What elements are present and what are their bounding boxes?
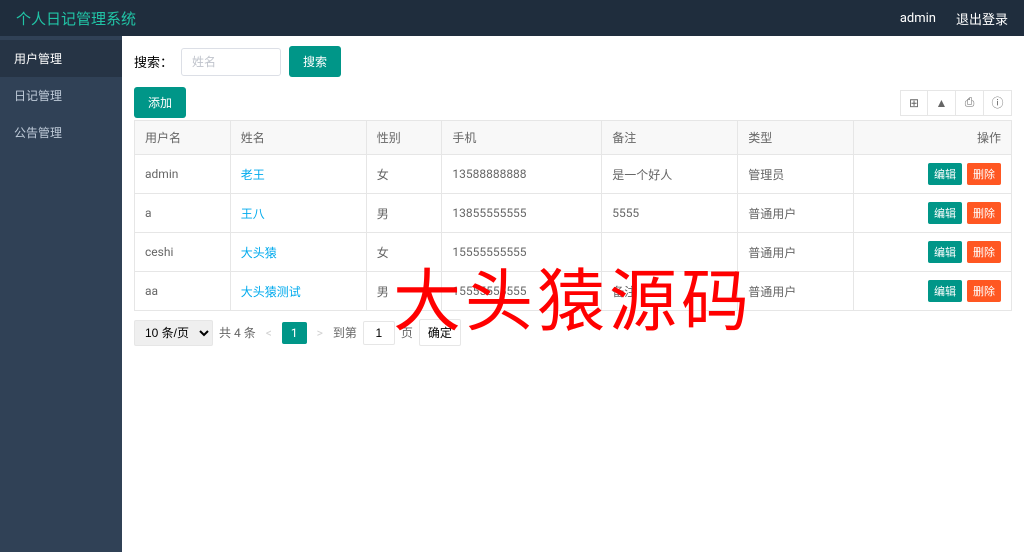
th-username: 用户名 bbox=[135, 121, 231, 155]
cell-ops: 编辑 删除 bbox=[854, 194, 1012, 233]
th-remark: 备注 bbox=[602, 121, 738, 155]
cell-ops: 编辑 删除 bbox=[854, 155, 1012, 194]
th-ops: 操作 bbox=[854, 121, 1012, 155]
delete-button[interactable]: 删除 bbox=[967, 280, 1001, 302]
cell-gender: 女 bbox=[366, 233, 442, 272]
more-icon[interactable]: ⓘ bbox=[984, 90, 1012, 116]
goto-confirm-button[interactable]: 确定 bbox=[419, 319, 461, 346]
filter-icon[interactable]: ⊞ bbox=[900, 90, 928, 116]
cell-gender: 男 bbox=[366, 272, 442, 311]
total-label: 共 4 条 bbox=[219, 324, 256, 341]
logout-link[interactable]: 退出登录 bbox=[956, 9, 1008, 28]
cell-phone: 15555555555 bbox=[442, 272, 602, 311]
cell-type: 普通用户 bbox=[738, 272, 854, 311]
icon-group: ⊞ ▲ ⎙ ⓘ bbox=[900, 90, 1012, 116]
edit-button[interactable]: 编辑 bbox=[928, 202, 962, 224]
delete-button[interactable]: 删除 bbox=[967, 163, 1001, 185]
data-table: 用户名 姓名 性别 手机 备注 类型 操作 admin 老王 女 1358888… bbox=[134, 120, 1012, 311]
add-button[interactable]: 添加 bbox=[134, 87, 186, 118]
layout: 用户管理 日记管理 公告管理 搜索： 搜索 添加 ⊞ ▲ ⎙ ⓘ 用户名 姓名 … bbox=[0, 36, 1024, 552]
th-phone: 手机 bbox=[442, 121, 602, 155]
next-page-icon[interactable]: > bbox=[313, 326, 327, 340]
table-row: a 王八 男 13855555555 5555 普通用户 编辑 删除 bbox=[135, 194, 1012, 233]
cell-phone: 13588888888 bbox=[442, 155, 602, 194]
th-gender: 性别 bbox=[366, 121, 442, 155]
cell-remark: 5555 bbox=[602, 194, 738, 233]
print-icon[interactable]: ⎙ bbox=[956, 90, 984, 116]
prev-page-icon[interactable]: < bbox=[262, 326, 276, 340]
table-header-row: 用户名 姓名 性别 手机 备注 类型 操作 bbox=[135, 121, 1012, 155]
main-content: 搜索： 搜索 添加 ⊞ ▲ ⎙ ⓘ 用户名 姓名 性别 手机 备注 类型 bbox=[122, 36, 1024, 552]
cell-remark: 备注 bbox=[602, 272, 738, 311]
goto-label: 到第 bbox=[333, 324, 357, 341]
per-page-select[interactable]: 10 条/页 bbox=[134, 320, 213, 346]
cell-username: a bbox=[135, 194, 231, 233]
cell-name[interactable]: 大头猿 bbox=[230, 233, 366, 272]
table-row: aa 大头猿测试 男 15555555555 备注 普通用户 编辑 删除 bbox=[135, 272, 1012, 311]
cell-type: 普通用户 bbox=[738, 233, 854, 272]
search-input[interactable] bbox=[181, 48, 281, 76]
goto-input[interactable] bbox=[363, 321, 395, 345]
edit-button[interactable]: 编辑 bbox=[928, 163, 962, 185]
sidebar-item-diary[interactable]: 日记管理 bbox=[0, 77, 122, 114]
table-row: ceshi 大头猿 女 15555555555 普通用户 编辑 删除 bbox=[135, 233, 1012, 272]
cell-ops: 编辑 删除 bbox=[854, 233, 1012, 272]
cell-type: 普通用户 bbox=[738, 194, 854, 233]
cell-remark: 是一个好人 bbox=[602, 155, 738, 194]
cell-ops: 编辑 删除 bbox=[854, 272, 1012, 311]
sidebar-item-users[interactable]: 用户管理 bbox=[0, 40, 122, 77]
cell-gender: 女 bbox=[366, 155, 442, 194]
cell-phone: 15555555555 bbox=[442, 233, 602, 272]
cell-gender: 男 bbox=[366, 194, 442, 233]
cell-name[interactable]: 老王 bbox=[230, 155, 366, 194]
delete-button[interactable]: 删除 bbox=[967, 202, 1001, 224]
sidebar: 用户管理 日记管理 公告管理 bbox=[0, 36, 122, 552]
search-row: 搜索： 搜索 bbox=[134, 46, 1012, 77]
cell-phone: 13855555555 bbox=[442, 194, 602, 233]
cell-type: 管理员 bbox=[738, 155, 854, 194]
header: 个人日记管理系统 admin 退出登录 bbox=[0, 0, 1024, 36]
sidebar-item-notice[interactable]: 公告管理 bbox=[0, 114, 122, 151]
user-label[interactable]: admin bbox=[900, 11, 936, 26]
edit-button[interactable]: 编辑 bbox=[928, 241, 962, 263]
toolbar-row: 添加 ⊞ ▲ ⎙ ⓘ bbox=[134, 87, 1012, 118]
cell-username: admin bbox=[135, 155, 231, 194]
cell-remark bbox=[602, 233, 738, 272]
th-name: 姓名 bbox=[230, 121, 366, 155]
current-page[interactable]: 1 bbox=[282, 322, 307, 344]
app-title: 个人日记管理系统 bbox=[16, 8, 136, 29]
th-type: 类型 bbox=[738, 121, 854, 155]
cell-username: ceshi bbox=[135, 233, 231, 272]
cell-name[interactable]: 王八 bbox=[230, 194, 366, 233]
page-label: 页 bbox=[401, 324, 413, 341]
table-row: admin 老王 女 13588888888 是一个好人 管理员 编辑 删除 bbox=[135, 155, 1012, 194]
pagination: 10 条/页 共 4 条 < 1 > 到第 页 确定 bbox=[134, 319, 1012, 346]
export-icon[interactable]: ▲ bbox=[928, 90, 956, 116]
search-button[interactable]: 搜索 bbox=[289, 46, 341, 77]
search-label: 搜索： bbox=[134, 52, 173, 71]
delete-button[interactable]: 删除 bbox=[967, 241, 1001, 263]
header-right: admin 退出登录 bbox=[900, 9, 1008, 28]
cell-username: aa bbox=[135, 272, 231, 311]
edit-button[interactable]: 编辑 bbox=[928, 280, 962, 302]
cell-name[interactable]: 大头猿测试 bbox=[230, 272, 366, 311]
